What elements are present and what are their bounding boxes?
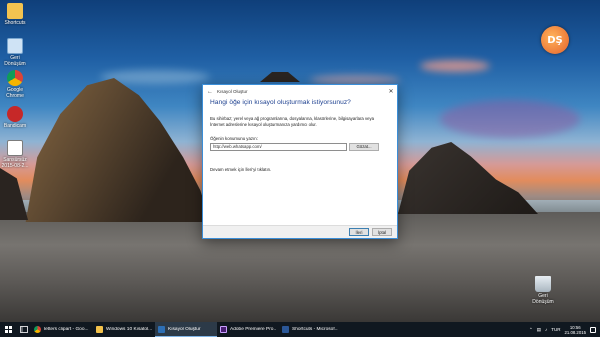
desktop-icon-this-pc[interactable]: Geri Dönüşüm [0,38,30,67]
dialog-heading: Hangi öğe için kısayol oluşturmak istiyo… [210,99,351,106]
desktop-icon-label: Geri Dönüşüm [532,293,554,305]
network-icon[interactable]: ▤ [537,327,541,333]
shortcut-icon [158,325,165,333]
pc-icon [7,38,23,54]
desktop-icon-label: Bandicam [3,123,27,129]
folder-icon [7,3,23,19]
language-indicator[interactable]: TUR [551,327,560,332]
document-icon [7,140,23,156]
dialog-titlebar: ← Kısayol Oluştur ✕ [203,85,397,98]
dialog-title: Kısayol Oluştur [217,89,248,94]
taskbar-button-premiere[interactable]: Adobe Premiere Pro... [217,322,279,337]
continue-instruction: Devam etmek için İleri'yi tıklatın. [210,166,272,172]
desktop-icon-bandicam[interactable]: Bandicam [0,106,30,129]
desktop-icon-label: Google Chrome [6,87,24,99]
close-icon[interactable]: ✕ [385,87,397,97]
desktop-icon-label: Geri Dönüşüm [4,55,26,67]
start-button[interactable] [0,322,17,337]
taskbar-button-label: Kısayol Oluştur [168,326,201,332]
recycle-bin-icon [535,276,551,292]
desktop-icon-shortcuts[interactable]: Shortcuts [0,3,30,26]
desktop-icon-recycle-bin[interactable]: Geri Dönüşüm [528,276,558,305]
browse-button[interactable]: Gözat... [349,142,379,151]
task-view-button[interactable] [17,322,31,337]
notification-icon[interactable] [590,326,596,333]
taskbar-button-label: Shortcuts - Microsof... [292,326,338,332]
word-icon [282,325,289,333]
clock-date: 21.08.2015 [564,329,586,335]
chrome-icon [34,325,41,333]
location-label: Öğenin konumunu yazın: [210,135,258,141]
system-tray: ⌃ ▤ ♪ TUR 10:56 21.08.2015 [529,322,600,337]
cancel-button[interactable]: İptal [372,228,392,236]
taskbar-button-explorer[interactable]: Windows 10 Kısatol... [93,322,155,337]
chrome-icon [7,70,23,86]
windows-logo-icon [5,326,12,333]
desktop-icon-chrome[interactable]: Google Chrome [0,70,30,99]
dialog-description: Bu sihirbaz; yerel veya ağ programlarına… [210,116,375,127]
taskbar-button-label: letters clipart - Goo... [44,326,89,332]
taskbar-button-word[interactable]: Shortcuts - Microsof... [279,322,341,337]
back-arrow-icon[interactable]: ← [207,89,215,95]
task-view-icon [20,326,28,333]
taskbar-button-chrome[interactable]: letters clipart - Goo... [31,322,93,337]
desktop-icon-document[interactable]: Sansürsüz 2015-08-2... [0,140,30,169]
clock[interactable]: 10:56 21.08.2015 [564,325,586,335]
next-button[interactable]: İleri [349,228,369,236]
dialog-footer: İleri İptal [203,225,397,238]
create-shortcut-dialog: ← Kısayol Oluştur ✕ Hangi öğe için kısay… [202,84,398,239]
taskbar-button-label: Windows 10 Kısatol... [106,326,152,332]
volume-icon[interactable]: ♪ [545,327,547,332]
tray-chevron-icon[interactable]: ⌃ [529,327,533,333]
location-input[interactable]: http://web.whatsapp.com/ [210,142,347,151]
taskbar: letters clipart - Goo... Windows 10 Kısa… [0,322,600,337]
logo: DŞ [541,26,569,54]
desktop-icon-label: Shortcuts [4,20,26,26]
bandicam-icon [7,106,23,122]
premiere-icon [220,325,227,333]
taskbar-button-create-shortcut[interactable]: Kısayol Oluştur [155,322,217,337]
desktop-icon-label: Sansürsüz 2015-08-2... [1,157,29,169]
folder-icon [96,325,103,333]
taskbar-button-label: Adobe Premiere Pro... [230,326,276,332]
